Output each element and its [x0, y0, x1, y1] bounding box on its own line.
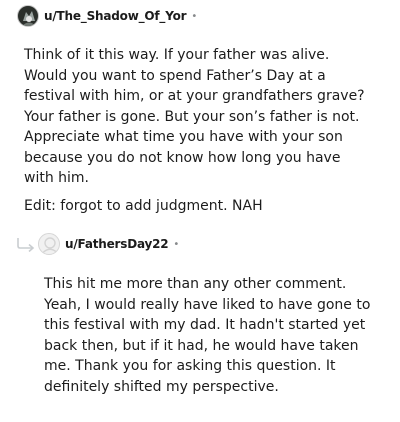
comment-paragraph: This hit me more than any other comment.… [44, 276, 371, 395]
comment-paragraph: Edit: forgot to add judgment. NAH [24, 197, 263, 214]
meta-separator: • [173, 238, 180, 250]
meta-separator: • [191, 10, 198, 22]
username-link[interactable]: u/FathersDay22 [65, 237, 169, 251]
reply-arrow-icon [16, 236, 36, 253]
dark-character-avatar-icon[interactable] [17, 5, 39, 27]
username-link[interactable]: u/The_Shadow_Of_Yor [44, 9, 187, 23]
comment-body: Think of it this way. If your father was… [24, 45, 374, 216]
comment-header: u/FathersDay22 • [16, 232, 179, 256]
comment-header: u/The_Shadow_Of_Yor • [17, 4, 197, 28]
comment-body: This hit me more than any other comment.… [44, 274, 384, 397]
default-user-avatar-icon[interactable] [38, 233, 60, 255]
comment-paragraph: Think of it this way. If your father was… [24, 47, 365, 186]
